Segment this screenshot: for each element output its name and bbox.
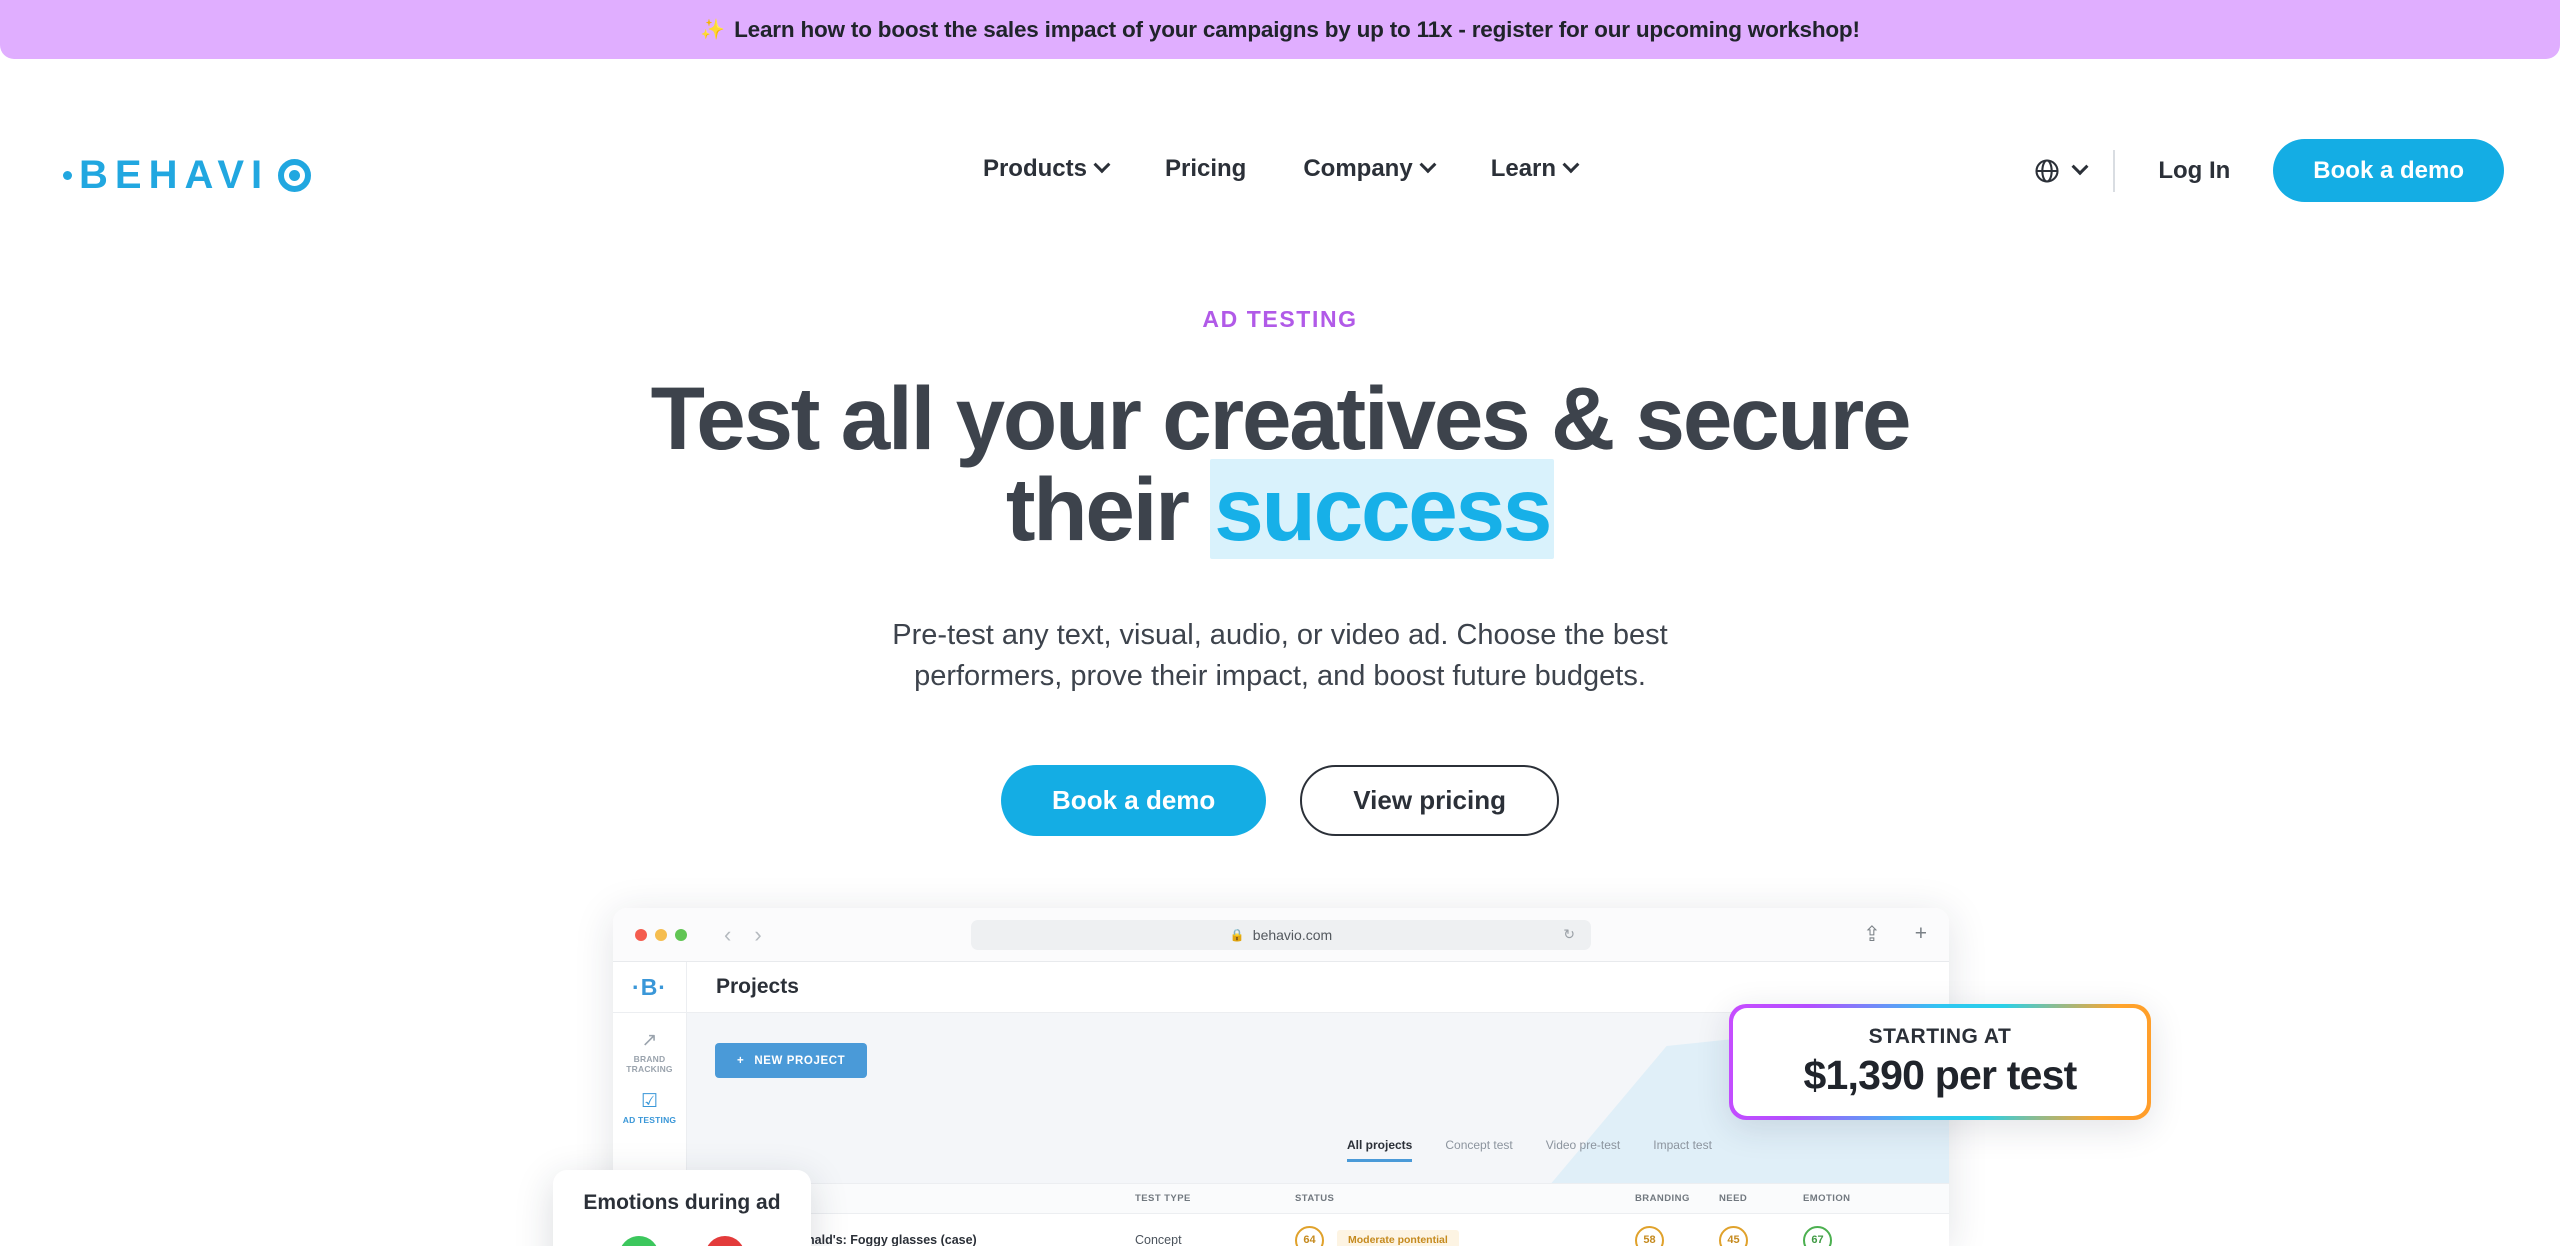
browser-chrome: ‹ › 🔒 behavio.com ↻ ⇪ + [613,908,1949,962]
language-switcher[interactable] [2033,157,2113,185]
nav-label-pricing: Pricing [1164,155,1247,182]
project-tabs: All projects Concept test Video pre-test… [1347,1138,1712,1162]
projects-table: PROJECT NAME ⇅ TEST TYPE STATUS BRANDING… [687,1183,1949,1246]
browser-nav-arrows: ‹ › [724,922,762,948]
target-circle-icon [278,158,312,192]
nav-label-products: Products [982,155,1087,182]
column-header-need: NEED [1719,1193,1748,1204]
pricing-badge-value: $1,390 per test [1803,1052,2078,1098]
sidebar-item-brand-tracking[interactable]: ↗ BRAND TRACKING [613,1031,686,1074]
sidebar-label-ad-testing: AD TESTING [622,1115,677,1126]
nav-item-company[interactable]: Company [1303,155,1437,183]
branding-score-ring: 58 [1635,1225,1664,1246]
logo-wordmark: BEHAVI [79,153,270,197]
emotion-score-ring: 67 [1803,1225,1832,1246]
maximize-window-dot[interactable] [675,928,687,941]
hero-book-demo-button[interactable]: Book a demo [1001,765,1267,836]
hero-view-pricing-button[interactable]: View pricing [1300,765,1559,836]
cell-status: 64 Moderate pontential [1295,1225,1635,1246]
table-row[interactable]: McDonald's: Foggy glasses (case) Concept… [687,1214,1949,1246]
cell-project-name: McDonald's: Foggy glasses (case) [773,1233,977,1246]
plus-icon: + [737,1054,745,1067]
chevron-down-icon [1093,156,1111,174]
nav-label-company: Company [1303,155,1413,182]
chevron-down-icon [1562,156,1580,174]
browser-address-bar[interactable]: 🔒 behavio.com ↻ [971,919,1591,950]
minimize-window-dot[interactable] [655,928,667,941]
pricing-badge-inner: STARTING AT $1,390 per test [1733,1008,2147,1116]
nav-item-products[interactable]: Products [982,155,1111,183]
logo-dot-left [63,170,72,180]
tab-all-projects[interactable]: All projects [1347,1138,1413,1162]
column-header-branding: BRANDING [1635,1193,1690,1204]
column-header-emotion: EMOTION [1803,1193,1851,1204]
close-window-dot[interactable] [635,928,647,941]
trending-up-icon: ↗ [641,1030,658,1051]
landing-page: ✨ Learn how to boost the sales impact of… [0,0,2560,1246]
cell-need: 45 [1719,1225,1803,1246]
tab-impact-test[interactable]: Impact test [1653,1138,1712,1159]
sidebar-label-brand-tracking: BRAND TRACKING [626,1054,673,1075]
plus-icon[interactable]: + [1915,922,1927,947]
app-logo[interactable]: ·B· [613,962,686,1013]
tab-concept-test[interactable]: Concept test [1445,1138,1512,1159]
positive-emotion-dot [619,1236,659,1246]
share-icon[interactable]: ⇪ [1863,922,1881,947]
pricing-badge: STARTING AT $1,390 per test [1729,1004,2151,1120]
header-book-demo-button[interactable]: Book a demo [2273,139,2504,202]
nav-label-learn: Learn [1490,155,1557,182]
emotions-card-title: Emotions during ad [583,1191,781,1214]
cell-branding: 58 [1635,1225,1719,1246]
header-actions: Log In Book a demo [2033,139,2504,202]
window-traffic-lights [635,928,687,941]
tab-video-pre-test[interactable]: Video pre-test [1546,1138,1621,1159]
column-header-status: STATUS [1295,1193,1335,1204]
sparkles-icon: ✨ [700,19,726,41]
site-header: BEHAVI Products Pricing Company Learn Lo… [0,59,2560,202]
cell-emotion: 67 [1803,1225,1887,1246]
column-header-test-type: TEST TYPE [1135,1193,1191,1204]
table-header-row: PROJECT NAME ⇅ TEST TYPE STATUS BRANDING… [687,1183,1949,1214]
chevron-left-icon[interactable]: ‹ [724,922,731,948]
negative-emotion-dot [705,1236,745,1246]
behavio-logo[interactable]: BEHAVI [63,153,312,197]
cell-test-type: Concept [1135,1233,1182,1246]
chevron-right-icon[interactable]: › [754,922,761,948]
checkbox-monitor-icon: ☑ [640,1091,659,1113]
new-project-button[interactable]: + NEW PROJECT [715,1043,868,1078]
need-score-ring: 45 [1719,1225,1748,1246]
globe-icon [2035,158,2059,183]
hero-headline-accent: success [1210,458,1555,559]
pricing-badge-label: STARTING AT [1868,1025,2012,1048]
browser-url-text: behavio.com [1252,926,1333,943]
lock-icon: 🔒 [1229,927,1245,942]
hero-cta-row: Book a demo View pricing [0,765,2560,836]
hero-subheading: Pre-test any text, visual, audio, or vid… [892,619,1668,693]
emotions-card-dots [553,1236,811,1246]
login-link[interactable]: Log In [2115,157,2273,185]
main-navigation: Products Pricing Company Learn [982,155,1580,183]
reload-icon[interactable]: ↻ [1563,926,1575,943]
status-badge: Moderate pontential [1337,1230,1459,1246]
sidebar-item-ad-testing[interactable]: ☑ AD TESTING [623,1092,676,1125]
nav-item-pricing[interactable]: Pricing [1165,155,1246,183]
announcement-banner[interactable]: ✨ Learn how to boost the sales impact of… [0,0,2560,59]
hero-eyebrow: AD TESTING [1202,306,1358,332]
hero-headline: Test all your creatives & secure their s… [580,373,1980,559]
nav-item-learn[interactable]: Learn [1490,155,1580,183]
app-page-title: Projects [716,975,799,998]
status-score-ring: 64 [1295,1225,1324,1246]
announcement-banner-text: Learn how to boost the sales impact of y… [734,16,1860,42]
chevron-down-icon [2071,157,2089,175]
chevron-down-icon [1419,156,1437,174]
browser-right-actions: ⇪ + [1863,922,1927,947]
emotions-during-ad-card: Emotions during ad [553,1170,811,1246]
new-project-label: NEW PROJECT [754,1054,846,1067]
